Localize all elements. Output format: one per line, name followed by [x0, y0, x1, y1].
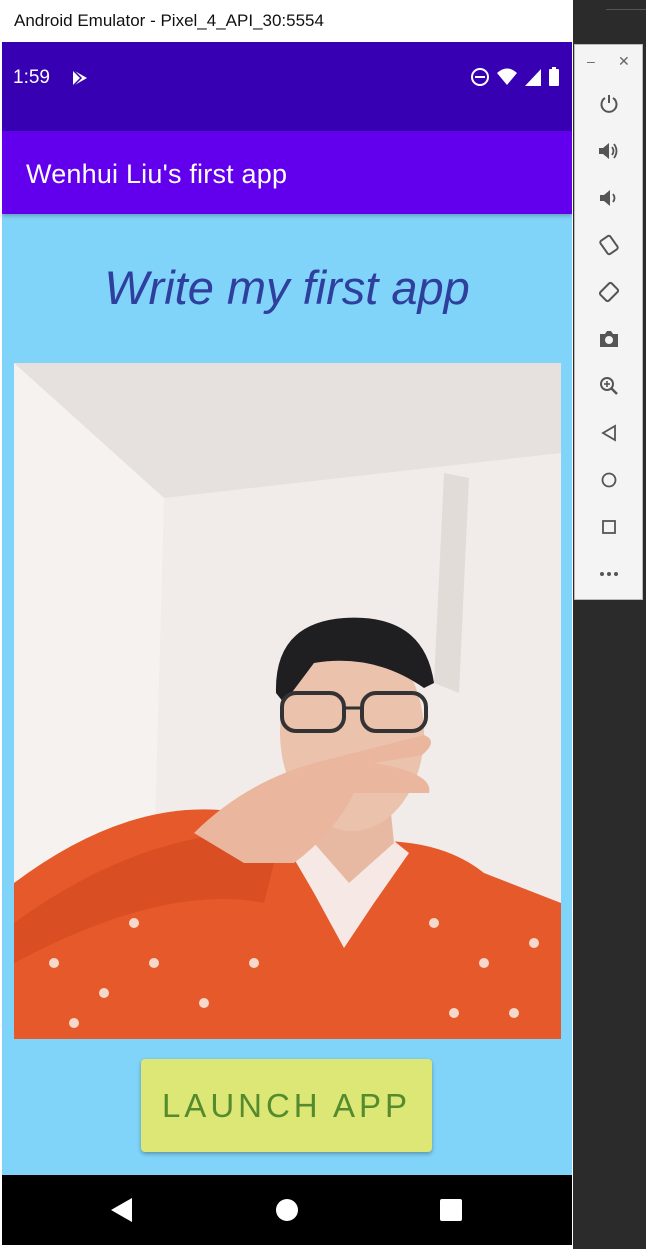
more-icon[interactable] — [596, 561, 622, 587]
zoom-icon[interactable] — [596, 373, 622, 399]
window-title: Android Emulator - Pixel_4_API_30:5554 — [14, 11, 324, 30]
window-titlebar: Android Emulator - Pixel_4_API_30:5554 — [0, 0, 573, 42]
wifi-icon — [497, 68, 517, 85]
minimize-icon[interactable]: – — [587, 53, 595, 69]
power-icon[interactable] — [596, 91, 622, 117]
rotate-left-icon[interactable] — [596, 232, 622, 258]
home-icon[interactable] — [596, 467, 622, 493]
play-store-icon — [72, 69, 87, 87]
nav-back-icon[interactable] — [110, 1197, 134, 1223]
nav-home-icon[interactable] — [276, 1199, 298, 1221]
battery-icon — [549, 67, 559, 86]
background-edge — [606, 0, 646, 10]
camera-icon[interactable] — [596, 326, 622, 352]
close-icon[interactable]: ✕ — [618, 53, 630, 70]
rotate-right-icon[interactable] — [596, 279, 622, 305]
nav-recents-icon[interactable] — [440, 1199, 462, 1221]
navigation-bar — [2, 1175, 572, 1245]
emulator-side-toolbar: – ✕ — [574, 44, 643, 600]
phone-screen: 1:59 Wenhui Liu's first app Write my fir… — [2, 42, 572, 1245]
volume-up-icon[interactable] — [596, 138, 622, 164]
back-icon[interactable] — [596, 420, 622, 446]
status-bar: 1:59 — [2, 42, 572, 131]
status-time: 1:59 — [13, 67, 50, 88]
launch-app-button[interactable]: LAUNCH APP — [141, 1059, 432, 1152]
profile-photo — [14, 363, 561, 1039]
photo-illustration — [14, 363, 561, 1039]
app-title: Wenhui Liu's first app — [26, 159, 288, 189]
headline-text: Write my first app — [104, 261, 470, 314]
volume-down-icon[interactable] — [596, 185, 622, 211]
emulator-window: Android Emulator - Pixel_4_API_30:5554 1… — [0, 0, 573, 1249]
app-bar: Wenhui Liu's first app — [2, 131, 572, 214]
do-not-disturb-icon — [471, 68, 489, 86]
overview-icon[interactable] — [596, 514, 622, 540]
signal-icon — [525, 69, 541, 86]
